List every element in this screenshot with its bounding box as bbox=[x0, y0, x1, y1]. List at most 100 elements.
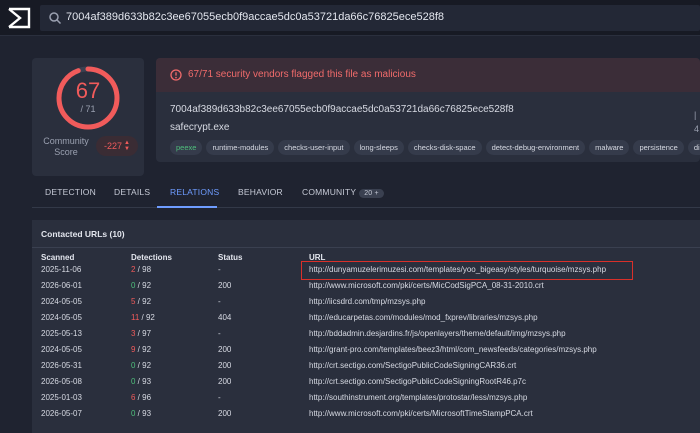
row-detections: 3 / 97 bbox=[131, 329, 151, 338]
tag-checks-user-input[interactable]: checks-user-input bbox=[278, 140, 350, 155]
tab-community[interactable]: COMMUNITY 20 + bbox=[302, 187, 384, 198]
row-detections-total: / 92 bbox=[135, 345, 152, 354]
active-tab-indicator bbox=[157, 206, 217, 208]
row-detections: 9 / 92 bbox=[131, 345, 151, 354]
panel-title: Contacted URLs (10) bbox=[41, 229, 125, 239]
row-detections: 11 / 92 bbox=[131, 313, 155, 322]
search-query[interactable]: 7004af389d633b82c3ee67055ecb0f9accae5dc0… bbox=[66, 11, 444, 23]
row-url-link[interactable]: http://educarpetas.com/modules/mod_fxpre… bbox=[309, 313, 538, 322]
table-row[interactable]: 2026-05-08 0 / 93 200 http://crt.sectigo… bbox=[32, 375, 700, 390]
virustotal-logo-icon[interactable] bbox=[6, 6, 32, 30]
row-url-link[interactable]: http://crt.sectigo.com/SectigoPublicCode… bbox=[309, 377, 526, 386]
table-row[interactable]: 2026-05-31 0 / 92 200 http://crt.sectigo… bbox=[32, 359, 700, 374]
tab-details[interactable]: DETAILS bbox=[114, 187, 150, 197]
row-url-link[interactable]: http://bddadmin.desjardins.fr/js/openlay… bbox=[309, 329, 566, 338]
row-status: 404 bbox=[218, 313, 232, 322]
search-icon bbox=[49, 12, 62, 25]
row-url-link[interactable]: http://www.microsoft.com/pki/certs/Micro… bbox=[309, 409, 533, 418]
search-input[interactable]: 7004af389d633b82c3ee67055ecb0f9accae5dc0… bbox=[40, 5, 700, 31]
top-bar: 7004af389d633b82c3ee67055ecb0f9accae5dc0… bbox=[0, 0, 700, 36]
row-url-link[interactable]: http://grant-pro.com/templates/beez3/htm… bbox=[309, 345, 597, 354]
file-summary-panel: 67/71 security vendors flagged this file… bbox=[156, 58, 700, 162]
row-url-link[interactable]: http://iicsdrd.com/tmp/mzsys.php bbox=[309, 297, 425, 306]
community-count-badge: 20 + bbox=[359, 189, 384, 198]
table-row[interactable]: 2025-05-13 3 / 97 - http://bddadmin.desj… bbox=[32, 327, 700, 342]
column-header-scanned: Scanned bbox=[41, 253, 75, 262]
row-detections-total: / 92 bbox=[135, 297, 152, 306]
row-scanned-date: 2025-05-13 bbox=[41, 329, 82, 338]
community-score-value: -227 bbox=[104, 141, 123, 151]
row-detections-total: / 97 bbox=[135, 329, 152, 338]
tab-community-label: COMMUNITY bbox=[302, 187, 357, 197]
tag-detect-debug-environment[interactable]: detect-debug-environment bbox=[485, 140, 586, 155]
row-detections-total: / 92 bbox=[135, 281, 152, 290]
tag-checks-disk-space[interactable]: checks-disk-space bbox=[407, 140, 482, 155]
row-detections-total: / 92 bbox=[135, 361, 152, 370]
engines-total: / 71 bbox=[80, 104, 96, 114]
table-row[interactable]: 2026-06-01 0 / 92 200 http://www.microso… bbox=[32, 279, 700, 294]
file-tags: peexe runtime-modules checks-user-input … bbox=[170, 140, 700, 155]
row-url-link[interactable]: http://crt.sectigo.com/SectigoPublicCode… bbox=[309, 361, 516, 370]
positives-count: 67 bbox=[75, 78, 101, 103]
row-scanned-date: 2026-06-01 bbox=[41, 281, 82, 290]
report-tabs: DETECTION DETAILS RELATIONS BEHAVIOR COM… bbox=[32, 176, 700, 208]
community-score-label: Community Score bbox=[43, 136, 89, 157]
row-detections: 6 / 96 bbox=[131, 393, 151, 402]
alert-text: 67/71 security vendors flagged this file… bbox=[188, 69, 416, 80]
row-scanned-date: 2025-01-03 bbox=[41, 393, 82, 402]
row-scanned-date: 2024-05-05 bbox=[41, 313, 82, 322]
tag-long-sleeps[interactable]: long-sleeps bbox=[353, 140, 404, 155]
row-detections: 5 / 92 bbox=[131, 297, 151, 306]
column-header-detections: Detections bbox=[131, 253, 172, 262]
tag-runtime-modules[interactable]: runtime-modules bbox=[206, 140, 275, 155]
row-scanned-date: 2026-05-08 bbox=[41, 377, 82, 386]
row-scanned-date: 2026-05-07 bbox=[41, 409, 82, 418]
highlighted-url-box bbox=[301, 261, 633, 280]
summary-side-marks: | 4 bbox=[694, 110, 700, 134]
panel-divider bbox=[32, 247, 700, 248]
row-status: - bbox=[218, 329, 221, 338]
row-status: 200 bbox=[218, 281, 232, 290]
row-scanned-date: 2026-05-31 bbox=[41, 361, 82, 370]
table-row[interactable]: 2024-05-05 11 / 92 404 http://educarpeta… bbox=[32, 311, 700, 326]
row-status: - bbox=[218, 297, 221, 306]
row-detections-total: / 92 bbox=[139, 313, 155, 322]
table-row[interactable]: 2024-05-05 9 / 92 200 http://grant-pro.c… bbox=[32, 343, 700, 358]
row-scanned-date: 2024-05-05 bbox=[41, 297, 82, 306]
alert-circle-icon bbox=[170, 69, 182, 81]
row-detections: 2 / 98 bbox=[131, 265, 151, 274]
row-detections-total: / 96 bbox=[135, 393, 152, 402]
row-status: 200 bbox=[218, 361, 232, 370]
tag-persistence[interactable]: persistence bbox=[633, 140, 684, 155]
table-row[interactable]: 2025-01-03 6 / 96 - http://southinstrume… bbox=[32, 391, 700, 406]
table-row[interactable]: 2026-05-07 0 / 93 200 http://www.microso… bbox=[32, 407, 700, 422]
row-scanned-date: 2024-05-05 bbox=[41, 345, 82, 354]
row-status: 200 bbox=[218, 409, 232, 418]
community-score-badge[interactable]: -227 ▲ ▼ bbox=[96, 136, 138, 156]
table-row[interactable]: 2024-05-05 5 / 92 - http://iicsdrd.com/t… bbox=[32, 295, 700, 310]
malicious-alert-banner: 67/71 security vendors flagged this file… bbox=[156, 58, 700, 92]
column-header-status: Status bbox=[218, 253, 243, 262]
row-status: 200 bbox=[218, 377, 232, 386]
tag-direct-cpu-clock[interactable]: direct-cpu-clock-a bbox=[687, 140, 700, 155]
tag-malware[interactable]: malware bbox=[589, 140, 630, 155]
panel-title-count: (10) bbox=[109, 229, 125, 239]
tab-behavior[interactable]: BEHAVIOR bbox=[238, 187, 283, 197]
row-detections-total: / 93 bbox=[135, 409, 152, 418]
detection-score-card: 67 / 71 Community Score -227 ▲ ▼ bbox=[32, 58, 144, 176]
tag-peexe[interactable]: peexe bbox=[170, 140, 203, 155]
contacted-urls-panel: Contacted URLs (10) Scanned Detections S… bbox=[32, 220, 700, 433]
vote-arrows-icon[interactable]: ▲ ▼ bbox=[124, 140, 130, 152]
row-status: - bbox=[218, 393, 221, 402]
row-detections-total: / 98 bbox=[135, 265, 152, 274]
row-scanned-date: 2025-11-06 bbox=[41, 265, 82, 274]
row-url-link[interactable]: http://www.microsoft.com/pki/certs/MicCo… bbox=[309, 281, 544, 290]
file-name: safecrypt.exe bbox=[170, 122, 230, 133]
row-url-link[interactable]: http://southinstrument.org/templates/pro… bbox=[309, 393, 527, 402]
row-status: - bbox=[218, 265, 221, 274]
tab-detection[interactable]: DETECTION bbox=[45, 187, 96, 197]
panel-title-text: Contacted URLs bbox=[41, 229, 108, 239]
tab-relations[interactable]: RELATIONS bbox=[170, 187, 219, 197]
row-detections: 0 / 92 bbox=[131, 281, 151, 290]
file-hash: 7004af389d633b82c3ee67055ecb0f9accae5dc0… bbox=[170, 104, 514, 115]
